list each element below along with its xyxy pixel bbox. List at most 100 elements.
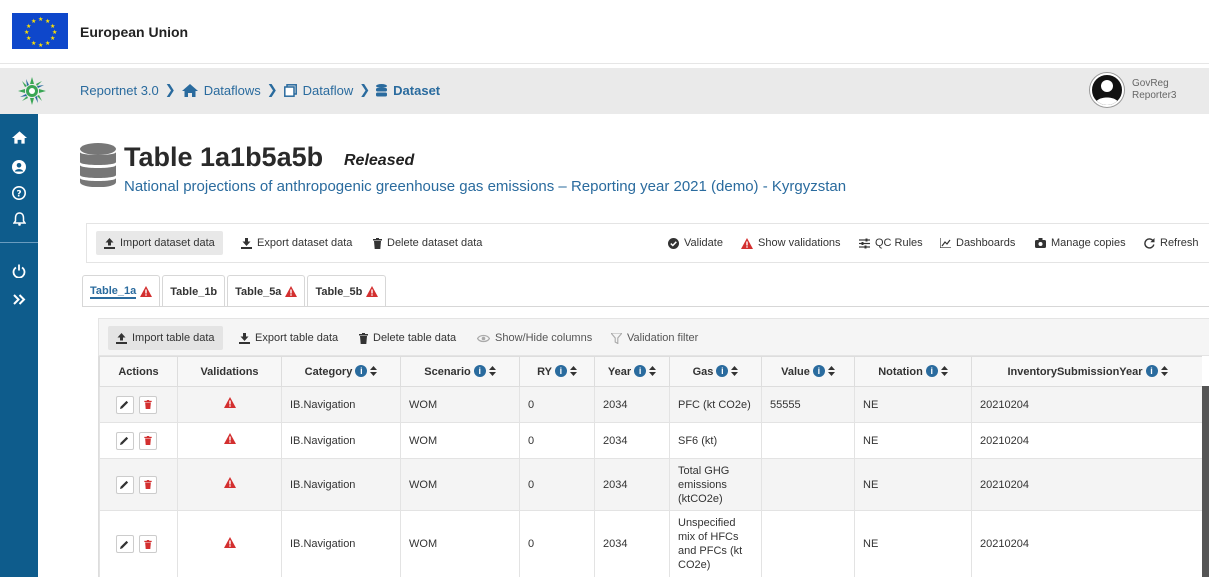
- user-profile[interactable]: GovReg Reporter3: [1090, 73, 1176, 107]
- ry-cell[interactable]: 0: [519, 422, 595, 459]
- info-icon[interactable]: i: [716, 365, 729, 377]
- breadcrumb-reportnet[interactable]: Reportnet 3.0: [80, 83, 159, 98]
- column-header-inventory-submission-year[interactable]: InventorySubmissionYear i: [971, 356, 1202, 387]
- refresh-button[interactable]: Refresh: [1136, 231, 1207, 255]
- table-row[interactable]: IB.Navigation WOM 0 2034 Unspecified mix…: [99, 510, 1202, 577]
- avatar[interactable]: [1090, 73, 1124, 107]
- export-dataset-button[interactable]: Export dataset data: [233, 231, 360, 255]
- inventory-submission-year-cell[interactable]: 20210204: [971, 386, 1202, 423]
- expand-sidebar-icon[interactable]: [9, 290, 29, 308]
- warning-icon[interactable]: [223, 433, 236, 444]
- table-row[interactable]: IB.Navigation WOM 0 2034 PFC (kt CO2e) 5…: [99, 386, 1202, 423]
- sort-icon[interactable]: [649, 366, 657, 376]
- scenario-cell[interactable]: WOM: [400, 510, 520, 577]
- value-cell[interactable]: [761, 510, 855, 577]
- import-table-button[interactable]: Import table data: [108, 326, 223, 350]
- tab-table-1b[interactable]: Table_1b: [162, 275, 226, 307]
- year-cell[interactable]: 2034: [594, 422, 670, 459]
- validate-button[interactable]: Validate: [660, 231, 731, 255]
- info-icon[interactable]: i: [812, 365, 825, 377]
- column-header-notation[interactable]: Notation i: [854, 356, 972, 387]
- delete-table-button[interactable]: Delete table data: [351, 326, 464, 350]
- column-header-gas[interactable]: Gas i: [669, 356, 762, 387]
- tab-table-5a[interactable]: Table_5a: [227, 275, 306, 307]
- column-header-category[interactable]: Category i: [281, 356, 401, 387]
- reportnet-logo[interactable]: [0, 68, 64, 114]
- value-cell[interactable]: 55555: [761, 386, 855, 423]
- gas-cell[interactable]: SF6 (kt): [669, 422, 762, 459]
- info-icon[interactable]: i: [925, 365, 938, 377]
- delete-row-button[interactable]: [138, 535, 157, 553]
- home-icon[interactable]: [9, 128, 29, 146]
- notation-cell[interactable]: NE: [854, 458, 972, 511]
- category-cell[interactable]: IB.Navigation: [281, 458, 401, 511]
- ry-cell[interactable]: 0: [519, 510, 595, 577]
- breadcrumb-dataflow[interactable]: Dataflow: [303, 83, 354, 98]
- edit-row-button[interactable]: [115, 395, 134, 414]
- scenario-cell[interactable]: WOM: [400, 458, 520, 511]
- value-cell[interactable]: [761, 458, 855, 511]
- info-icon[interactable]: i: [554, 365, 567, 377]
- gas-cell[interactable]: PFC (kt CO2e): [669, 386, 762, 423]
- bell-icon[interactable]: [9, 210, 29, 228]
- show-validations-button[interactable]: Show validations: [733, 231, 849, 255]
- dashboards-button[interactable]: Dashboards: [932, 231, 1023, 255]
- inventory-submission-year-cell[interactable]: 20210204: [971, 510, 1202, 577]
- notation-cell[interactable]: NE: [854, 510, 972, 577]
- logout-icon[interactable]: [9, 262, 29, 280]
- tab-table-1a[interactable]: Table_1a: [82, 275, 161, 307]
- sort-icon[interactable]: [370, 366, 378, 376]
- delete-row-button[interactable]: [138, 431, 157, 450]
- delete-row-button[interactable]: [138, 475, 157, 494]
- sort-icon[interactable]: [731, 366, 739, 376]
- column-header-ry[interactable]: RY i: [519, 356, 595, 387]
- year-cell[interactable]: 2034: [594, 458, 670, 511]
- column-header-value[interactable]: Value i: [761, 356, 855, 387]
- show-hide-columns-button[interactable]: Show/Hide columns: [469, 326, 600, 350]
- info-icon[interactable]: i: [634, 365, 647, 377]
- sort-icon[interactable]: [940, 366, 948, 376]
- scenario-cell[interactable]: WOM: [400, 422, 520, 459]
- info-icon[interactable]: i: [473, 365, 486, 377]
- info-icon[interactable]: i: [355, 365, 368, 377]
- notation-cell[interactable]: NE: [854, 386, 972, 423]
- qc-rules-button[interactable]: QC Rules: [851, 231, 931, 255]
- sort-icon[interactable]: [827, 366, 835, 376]
- edit-row-button[interactable]: [115, 535, 134, 553]
- inventory-submission-year-cell[interactable]: 20210204: [971, 458, 1202, 511]
- year-cell[interactable]: 2034: [594, 386, 670, 423]
- breadcrumb-dataflows[interactable]: Dataflows: [204, 83, 261, 98]
- value-cell[interactable]: [761, 422, 855, 459]
- edit-row-button[interactable]: [115, 431, 134, 450]
- year-cell[interactable]: 2034: [594, 510, 670, 577]
- table-row[interactable]: IB.Navigation WOM 0 2034 SF6 (kt) NE 202…: [99, 422, 1202, 459]
- user-circle-icon[interactable]: [9, 158, 29, 176]
- notation-cell[interactable]: NE: [854, 422, 972, 459]
- help-icon[interactable]: ?: [9, 184, 29, 202]
- validation-filter-button[interactable]: Validation filter: [603, 326, 706, 350]
- table-scrollbar[interactable]: [1202, 386, 1209, 577]
- tab-table-5b[interactable]: Table_5b: [307, 275, 387, 307]
- export-table-button[interactable]: Export table data: [231, 326, 346, 350]
- scenario-cell[interactable]: WOM: [400, 386, 520, 423]
- sort-icon[interactable]: [569, 366, 577, 376]
- column-header-year[interactable]: Year i: [594, 356, 670, 387]
- category-cell[interactable]: IB.Navigation: [281, 422, 401, 459]
- import-dataset-button[interactable]: Import dataset data: [96, 231, 223, 255]
- table-row[interactable]: IB.Navigation WOM 0 2034 Total GHG emiss…: [99, 458, 1202, 511]
- info-icon[interactable]: i: [1145, 365, 1158, 377]
- warning-icon[interactable]: [223, 477, 236, 488]
- edit-row-button[interactable]: [115, 475, 134, 494]
- sort-icon[interactable]: [1160, 366, 1168, 376]
- column-header-scenario[interactable]: Scenario i: [400, 356, 520, 387]
- delete-row-button[interactable]: [138, 395, 157, 414]
- manage-copies-button[interactable]: Manage copies: [1027, 231, 1134, 255]
- gas-cell[interactable]: Total GHG emissions (ktCO2e): [669, 458, 762, 511]
- category-cell[interactable]: IB.Navigation: [281, 510, 401, 577]
- inventory-submission-year-cell[interactable]: 20210204: [971, 422, 1202, 459]
- category-cell[interactable]: IB.Navigation: [281, 386, 401, 423]
- ry-cell[interactable]: 0: [519, 386, 595, 423]
- gas-cell[interactable]: Unspecified mix of HFCs and PFCs (kt CO2…: [669, 510, 762, 577]
- delete-dataset-button[interactable]: Delete dataset data: [365, 231, 490, 255]
- sort-icon[interactable]: [488, 366, 496, 376]
